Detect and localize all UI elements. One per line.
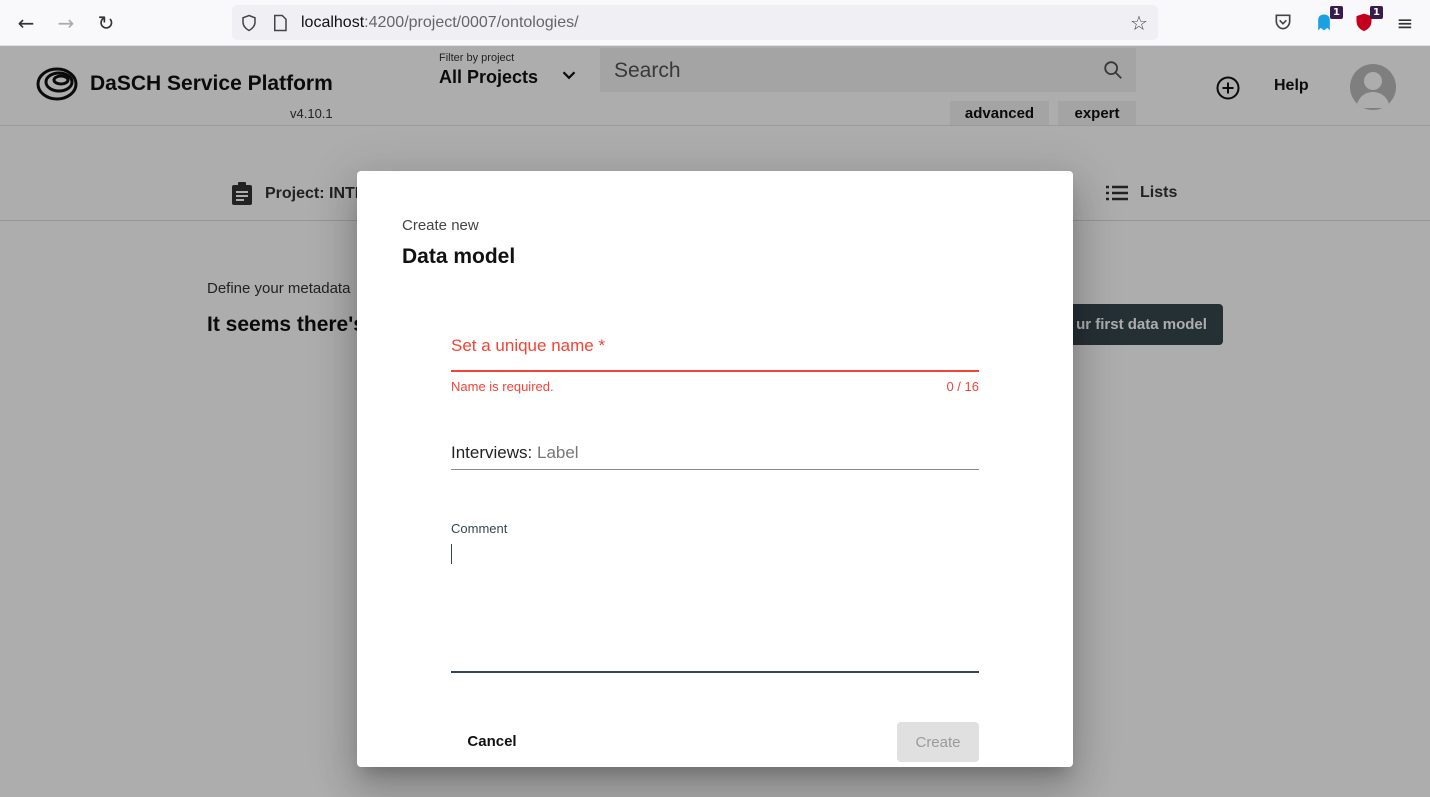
label-field[interactable]: Interviews: Label bbox=[451, 443, 979, 470]
shield-icon[interactable] bbox=[239, 13, 259, 33]
name-char-counter: 0 / 16 bbox=[946, 379, 979, 394]
bookmark-star-icon[interactable]: ☆ bbox=[1130, 11, 1148, 35]
label-field-underline bbox=[451, 469, 979, 470]
cancel-button[interactable]: Cancel bbox=[450, 722, 534, 760]
forward-arrow-icon[interactable]: → bbox=[54, 11, 78, 35]
reload-icon[interactable]: ↻ bbox=[94, 11, 118, 35]
url-text[interactable]: localhost:4200/project/0007/ontologies/ bbox=[301, 14, 579, 32]
extension-ghost-icon[interactable]: 1 bbox=[1313, 6, 1343, 33]
dialog-subtitle: Create new bbox=[402, 217, 479, 234]
page-icon bbox=[270, 13, 290, 33]
name-field-label: Set a unique name * bbox=[451, 336, 606, 355]
dialog-title: Data model bbox=[402, 245, 516, 268]
menu-hamburger-icon[interactable]: ≡ bbox=[1393, 11, 1417, 35]
label-field-placeholder: Label bbox=[536, 443, 579, 462]
comment-field-underline bbox=[451, 671, 979, 673]
name-field-underline bbox=[451, 370, 979, 372]
address-bar[interactable]: localhost:4200/project/0007/ontologies/ bbox=[232, 5, 1158, 40]
text-cursor bbox=[451, 544, 452, 564]
comment-textarea[interactable] bbox=[451, 541, 979, 671]
label-field-prefix: Interviews: bbox=[451, 443, 537, 462]
pocket-icon[interactable] bbox=[1272, 11, 1294, 33]
comment-field-label: Comment bbox=[451, 521, 508, 536]
name-field[interactable]: Set a unique name * Name is required. 0 … bbox=[451, 336, 979, 394]
browser-toolbar: ← → ↻ localhost:4200/project/0007/ontolo… bbox=[0, 0, 1430, 46]
name-error-message: Name is required. bbox=[451, 379, 554, 394]
create-button[interactable]: Create bbox=[897, 722, 979, 762]
create-data-model-dialog: Create new Data model Set a unique name … bbox=[357, 171, 1073, 767]
comment-field[interactable]: Comment bbox=[451, 521, 979, 673]
extension-ublock-icon[interactable]: 1 bbox=[1353, 6, 1383, 33]
back-arrow-icon[interactable]: ← bbox=[14, 11, 38, 35]
